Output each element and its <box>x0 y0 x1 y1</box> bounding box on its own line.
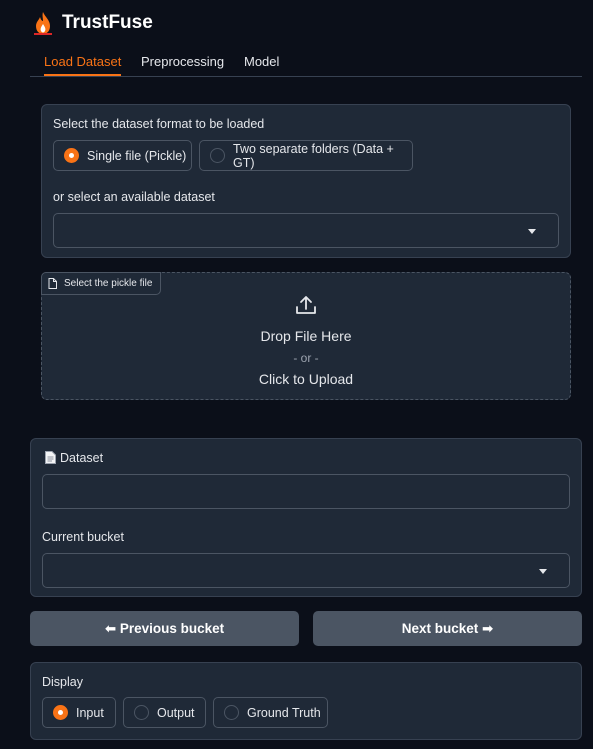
upload-icon <box>296 296 316 314</box>
radio-output[interactable]: Output <box>123 697 206 728</box>
file-icon <box>48 278 57 289</box>
chevron-down-icon <box>528 228 536 234</box>
radio-output-label: Output <box>157 705 195 720</box>
radio-input-label: Input <box>76 705 104 720</box>
current-bucket-label: Current bucket <box>42 530 124 544</box>
radio-ground-truth-label: Ground Truth <box>247 705 321 720</box>
flame-logo-icon <box>34 12 52 35</box>
current-bucket-dropdown[interactable] <box>42 553 570 588</box>
radio-two-folders[interactable]: Two separate folders (Data + GT) <box>199 140 413 171</box>
previous-bucket-button[interactable]: ⬅ Previous bucket <box>30 611 299 646</box>
file-upload-dropzone[interactable]: Select the pickle file Drop File Here - … <box>41 272 571 400</box>
tab-preprocessing[interactable]: Preprocessing <box>141 54 224 76</box>
or-text: - or - <box>293 351 319 365</box>
radio-unselected-icon <box>224 705 239 720</box>
tab-load-dataset[interactable]: Load Dataset <box>44 54 122 76</box>
click-to-upload-text: Click to Upload <box>258 371 354 387</box>
radio-selected-icon <box>64 148 79 163</box>
radio-unselected-icon <box>134 705 149 720</box>
dataset-label: Dataset <box>60 451 104 465</box>
display-panel: Display Input Output Ground Truth <box>30 662 582 740</box>
format-label: Select the dataset format to be loaded <box>53 117 265 131</box>
radio-selected-icon <box>53 705 68 720</box>
radio-two-folders-label: Two separate folders (Data + GT) <box>233 141 394 170</box>
radio-single-file[interactable]: Single file (Pickle) <box>53 140 192 171</box>
chevron-down-icon <box>539 568 547 574</box>
available-dataset-label: or select an available dataset <box>53 190 215 204</box>
upload-label-tag: Select the pickle file <box>41 272 162 295</box>
next-bucket-button[interactable]: Next bucket ➡ <box>313 611 582 646</box>
available-dataset-dropdown[interactable] <box>53 213 559 248</box>
dataset-textbox[interactable] <box>42 474 570 509</box>
tab-model[interactable]: Model <box>244 54 279 76</box>
radio-single-file-label: Single file (Pickle) <box>87 148 187 163</box>
document-icon <box>45 451 56 464</box>
dataset-panel: Dataset Current bucket <box>30 438 582 597</box>
tab-bar: Load Dataset Preprocessing Model <box>30 52 582 77</box>
radio-unselected-icon <box>210 148 225 163</box>
radio-input[interactable]: Input <box>42 697 116 728</box>
dataset-format-panel: Select the dataset format to be loaded S… <box>41 104 571 258</box>
display-label: Display <box>42 675 83 689</box>
drop-file-text: Drop File Here <box>260 328 352 344</box>
upload-tag-text: Select the pickle file <box>64 278 153 289</box>
radio-ground-truth[interactable]: Ground Truth <box>213 697 328 728</box>
app-title: TrustFuse <box>62 12 153 33</box>
